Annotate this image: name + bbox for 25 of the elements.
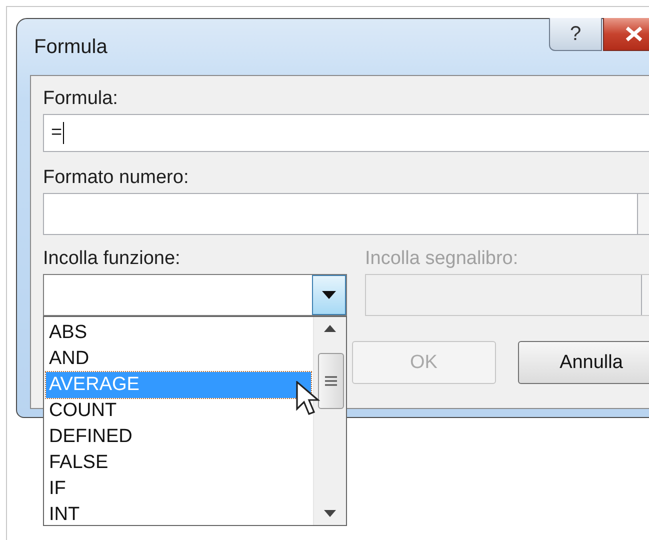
number-format-label: Formato numero:	[43, 166, 190, 190]
paste-function-combo[interactable]	[43, 274, 347, 316]
caret-icon	[322, 291, 336, 299]
cancel-button[interactable]: Annulla	[518, 341, 649, 384]
number-format-field[interactable]	[43, 193, 649, 235]
list-item[interactable]: ABS	[46, 320, 311, 346]
window-title: Formula	[34, 36, 108, 59]
formula-field[interactable]: =	[43, 114, 649, 152]
scroll-thumb[interactable]	[318, 353, 344, 409]
scrollbar[interactable]	[313, 317, 346, 525]
list-item[interactable]: INT	[46, 502, 311, 528]
paste-bookmark-label: Incolla segnalibro:	[365, 247, 520, 271]
list-item[interactable]: IF	[46, 476, 311, 502]
help-button[interactable]: ?	[549, 18, 602, 51]
list-item[interactable]: FALSE	[46, 450, 311, 476]
close-icon	[625, 26, 643, 42]
mouse-pointer-icon	[296, 381, 320, 417]
paste-function-label: Incolla funzione:	[43, 247, 182, 271]
scroll-up-icon	[324, 325, 336, 332]
formula-label: Formula:	[43, 87, 119, 111]
list-item[interactable]: DEFINED	[46, 424, 311, 450]
scroll-down-icon	[324, 510, 336, 517]
dropdown-button[interactable]	[312, 275, 346, 315]
list-item[interactable]: AND	[46, 346, 311, 372]
close-button[interactable]	[603, 18, 649, 51]
